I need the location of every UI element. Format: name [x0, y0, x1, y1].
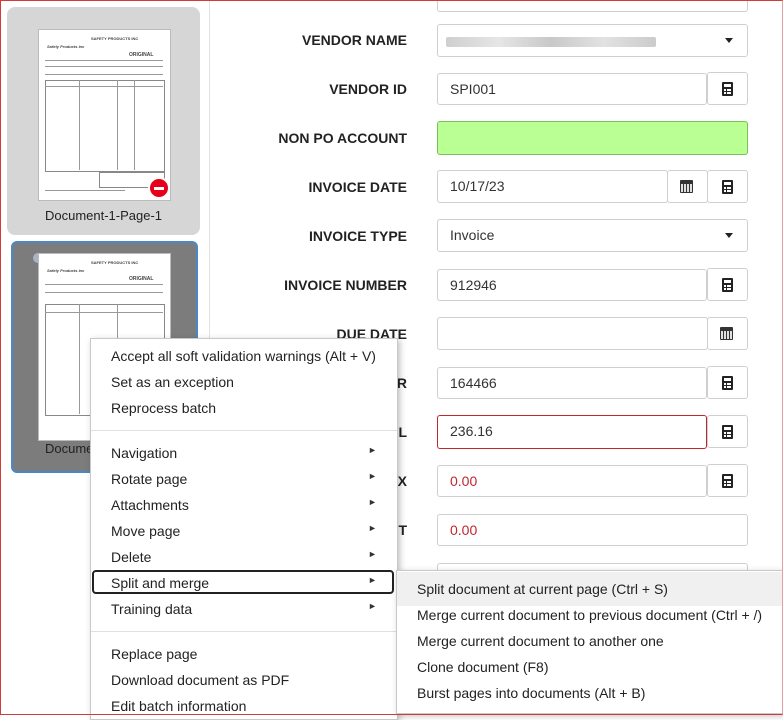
menu-attachments[interactable]: Attachments	[111, 497, 189, 513]
submenu-arrow-icon: ►	[368, 497, 377, 507]
po-number-field[interactable]: 164466	[437, 367, 707, 399]
calculator-button[interactable]	[707, 366, 748, 399]
remove-page-icon[interactable]	[148, 177, 170, 199]
calculator-icon	[722, 180, 733, 194]
calculator-button[interactable]	[707, 464, 748, 497]
calculator-icon	[722, 376, 733, 390]
thumbnail-label: Document-1-Page-1	[44, 208, 163, 223]
menu-rotate-page[interactable]: Rotate page	[111, 471, 187, 487]
thumb-stamp: ORIGINAL	[129, 276, 154, 282]
menu-reprocess-batch[interactable]: Reprocess batch	[111, 400, 216, 416]
total-field[interactable]: 236.16	[437, 415, 707, 449]
menu-training-data[interactable]: Training data	[111, 601, 192, 617]
context-menu: Accept all soft validation warnings (Alt…	[90, 338, 398, 720]
vendor-id-field[interactable]: SPI001	[437, 73, 707, 105]
thumb-logo: Safety Products Inc	[47, 268, 85, 273]
thumb-logo: Safety Products Inc	[47, 44, 85, 49]
split-merge-submenu: Split document at current page (Ctrl + S…	[396, 570, 783, 714]
chevron-down-icon	[725, 233, 733, 238]
thumbnail-card[interactable]: Safety Products Inc SAFETY PRODUCTS INC …	[7, 7, 200, 235]
label-vendor-name: VENDOR NAME	[301, 32, 407, 48]
invoice-date-field[interactable]: 10/17/23	[437, 170, 668, 203]
submenu-arrow-icon: ►	[368, 445, 377, 455]
menu-separator	[91, 631, 397, 632]
calendar-icon	[720, 327, 733, 340]
thumb-company: SAFETY PRODUCTS INC	[91, 36, 139, 41]
redacted-value	[446, 37, 656, 47]
freight-field[interactable]: 0.00	[437, 514, 748, 546]
calendar-button[interactable]	[667, 170, 708, 203]
submenu-arrow-icon: ►	[368, 549, 377, 559]
menu-replace-page[interactable]: Replace page	[111, 646, 197, 662]
menu-accept-warnings[interactable]: Accept all soft validation warnings (Alt…	[111, 348, 376, 364]
menu-delete[interactable]: Delete	[111, 549, 151, 565]
label-vendor-id: VENDOR ID	[329, 81, 407, 97]
calculator-button[interactable]	[707, 72, 748, 105]
menu-download-pdf[interactable]: Download document as PDF	[111, 672, 289, 688]
label-non-po-account: NON PO ACCOUNT	[278, 130, 407, 146]
submenu-merge-another[interactable]: Merge current document to another one	[417, 633, 664, 649]
calculator-button[interactable]	[707, 268, 748, 301]
vendor-name-select[interactable]	[437, 24, 748, 57]
calculator-icon	[722, 82, 733, 96]
invoice-type-select[interactable]: Invoice	[437, 219, 748, 252]
label-invoice-number: INVOICE NUMBER	[284, 277, 407, 293]
submenu-arrow-icon: ►	[368, 523, 377, 533]
menu-split-and-merge[interactable]: Split and merge	[111, 575, 209, 591]
submenu-arrow-icon: ►	[368, 471, 377, 481]
calculator-icon	[722, 474, 733, 488]
label-po-number: R	[396, 375, 407, 391]
menu-navigation[interactable]: Navigation	[111, 445, 177, 461]
invoice-type-value: Invoice	[450, 227, 495, 243]
submenu-arrow-icon: ►	[368, 601, 377, 611]
menu-set-exception[interactable]: Set as an exception	[111, 374, 234, 390]
thumb-company: SAFETY PRODUCTS INC	[91, 260, 139, 265]
submenu-burst-pages[interactable]: Burst pages into documents (Alt + B)	[417, 685, 645, 701]
menu-edit-batch-info[interactable]: Edit batch information	[111, 698, 246, 714]
label-total: L	[398, 424, 407, 440]
label-invoice-type: INVOICE TYPE	[308, 228, 407, 244]
menu-move-page[interactable]: Move page	[111, 523, 180, 539]
label-freight: T	[398, 522, 407, 538]
divider	[209, 0, 210, 360]
menu-separator	[91, 430, 397, 431]
tax-field[interactable]: 0.00	[437, 465, 707, 497]
page-preview: Safety Products Inc SAFETY PRODUCTS INC …	[38, 29, 171, 201]
submenu-merge-previous[interactable]: Merge current document to previous docum…	[417, 607, 762, 623]
label-tax: X	[397, 473, 407, 489]
submenu-split-document[interactable]: Split document at current page (Ctrl + S…	[417, 581, 668, 597]
calendar-button[interactable]	[707, 317, 748, 350]
chevron-down-icon	[725, 38, 733, 43]
submenu-arrow-icon: ►	[368, 575, 377, 585]
label-invoice-date: INVOICE DATE	[308, 179, 407, 195]
submenu-clone-document[interactable]: Clone document (F8)	[417, 659, 549, 675]
due-date-field[interactable]	[437, 317, 708, 350]
calendar-icon	[680, 180, 693, 193]
calculator-button[interactable]	[707, 170, 748, 203]
calculator-icon	[722, 425, 733, 439]
non-po-account-field[interactable]	[437, 121, 748, 155]
calculator-icon	[722, 278, 733, 292]
prev-field[interactable]	[437, 0, 748, 12]
invoice-number-field[interactable]: 912946	[437, 269, 707, 301]
calculator-button[interactable]	[707, 415, 748, 448]
thumb-stamp: ORIGINAL	[129, 52, 154, 58]
